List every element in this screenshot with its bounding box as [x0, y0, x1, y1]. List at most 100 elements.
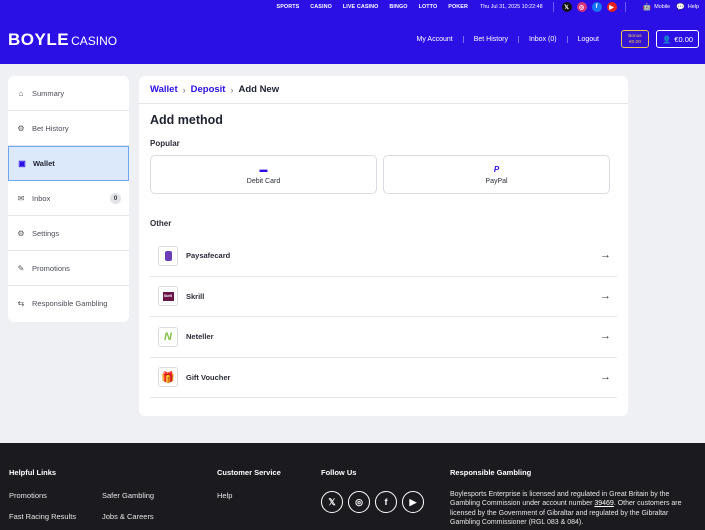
arrow-right-icon: → — [600, 249, 611, 261]
account-nav: My Account Bet History Inbox (0) Logout — [407, 36, 609, 43]
divider — [552, 2, 554, 12]
sliders-icon: ⇆ — [17, 299, 25, 308]
help-link[interactable]: 💬 Help — [676, 3, 699, 11]
sidebar-item-responsible-gambling[interactable]: ⇆ Responsible Gambling — [8, 286, 129, 321]
logo[interactable]: BOYLE CASINO — [8, 30, 117, 50]
neteller-icon: N — [158, 326, 178, 347]
skrill-option[interactable]: Skrill Skrill → — [150, 277, 617, 317]
sidebar-item-label: Inbox — [32, 193, 51, 203]
gear-icon: ⚙ — [17, 228, 25, 238]
method-label: Neteller — [186, 332, 214, 342]
footer-link-fast-racing-results[interactable]: Fast Racing Results — [9, 512, 76, 521]
mail-icon: ✉ — [17, 193, 25, 203]
home-icon: ⌂ — [18, 88, 24, 98]
paysafecard-icon — [158, 245, 178, 266]
popular-heading: Popular — [150, 139, 180, 148]
sidebar-item-label: Settings — [32, 228, 60, 238]
sidebar-item-wallet[interactable]: ▣ Wallet — [8, 146, 129, 181]
chevron-right-icon: › — [230, 84, 234, 95]
top-nav-live-casino[interactable]: LIVE CASINO — [343, 4, 379, 10]
top-nav-poker[interactable]: POKER — [448, 4, 468, 10]
android-icon: 🤖 — [642, 4, 652, 11]
footer-link-jobs-careers[interactable]: Jobs & Careers — [102, 512, 154, 521]
method-label: Gift Voucher — [186, 372, 231, 382]
social-links-top: 𝕏 ◎ f ▶ — [561, 2, 617, 12]
breadcrumb-deposit[interactable]: Deposit — [191, 84, 226, 95]
inbox-count-badge: 0 — [110, 193, 121, 204]
instagram-icon[interactable]: ◎ — [348, 491, 370, 513]
history-icon: ⚙ — [17, 123, 25, 133]
mobile-label: Mobile — [654, 4, 671, 10]
sidebar-item-label: Summary — [32, 88, 65, 98]
arrow-right-icon: → — [600, 370, 611, 383]
my-account-link[interactable]: My Account — [407, 36, 463, 43]
instagram-icon[interactable]: ◎ — [576, 2, 587, 12]
account-number-link[interactable]: 39469 — [594, 500, 613, 507]
paypal-label: PayPal — [485, 177, 508, 185]
bet-history-link[interactable]: Bet History — [462, 36, 518, 43]
top-nav-bingo[interactable]: BINGO — [389, 4, 407, 10]
follow-us-heading: Follow Us — [321, 468, 357, 477]
top-nav-casino[interactable]: CASINO — [310, 4, 332, 10]
help-label: Help — [687, 4, 699, 10]
other-methods-list: Paysafecard → Skrill Skrill → N Neteller… — [150, 236, 617, 398]
top-nav-lotto[interactable]: LOTTO — [419, 4, 438, 10]
add-method-panel: Wallet › Deposit › Add New Add method Po… — [139, 76, 628, 416]
arrow-right-icon: → — [600, 289, 611, 302]
sidebar-item-label: Responsible Gambling — [32, 299, 108, 308]
breadcrumb-wallet[interactable]: Wallet — [150, 84, 178, 95]
inbox-link[interactable]: Inbox (0) — [517, 36, 567, 43]
chat-icon: 💬 — [676, 4, 685, 11]
skrill-icon: Skrill — [158, 286, 178, 307]
mobile-link[interactable]: 🤖 Mobile — [640, 3, 671, 11]
helpful-links-heading: Helpful Links — [9, 468, 57, 477]
footer-link-safer-gambling[interactable]: Safer Gambling — [102, 491, 154, 500]
paysafecard-option[interactable]: Paysafecard → — [150, 236, 617, 277]
paypal-icon: P — [493, 164, 500, 174]
sidebar-item-label: Bet History — [32, 123, 69, 133]
licensing-text: Boylesports Enterprise is licensed and r… — [450, 491, 682, 527]
facebook-icon[interactable]: f — [591, 2, 602, 12]
youtube-icon[interactable]: ▶ — [402, 491, 424, 513]
x-twitter-icon[interactable]: 𝕏 — [561, 2, 572, 12]
facebook-icon[interactable]: f — [375, 491, 397, 513]
x-twitter-icon[interactable]: 𝕏 — [321, 491, 343, 513]
logout-link[interactable]: Logout — [566, 36, 609, 43]
sidebar-item-settings[interactable]: ⚙ Settings — [8, 216, 129, 251]
datetime: Thu Jul 31, 2025 10:22:48 — [479, 4, 543, 10]
sidebar-item-inbox[interactable]: ✉ Inbox 0 — [8, 181, 129, 216]
footer-link-promotions[interactable]: Promotions — [9, 491, 47, 500]
gift-icon: 🎁 — [158, 367, 178, 388]
neteller-option[interactable]: N Neteller → — [150, 317, 617, 358]
chevron-right-icon: › — [182, 84, 186, 95]
card-icon: ▬ — [259, 164, 268, 174]
wallet-icon: ▣ — [18, 159, 26, 168]
balance-amount: €0.00 — [674, 34, 694, 44]
bonus-balance-button[interactable]: Bonus €0.00 — [621, 30, 649, 48]
responsible-gambling-heading: Responsible Gambling — [450, 468, 532, 477]
other-heading: Other — [150, 219, 172, 228]
divider — [624, 2, 626, 12]
divider — [139, 103, 628, 104]
gift-voucher-option[interactable]: 🎁 Gift Voucher → — [150, 358, 617, 398]
bonus-amount: €0.00 — [628, 39, 641, 45]
footer: Helpful Links Promotions Safer Gambling … — [0, 443, 705, 530]
breadcrumb-current: Add New — [238, 84, 280, 95]
debit-card-option[interactable]: ▬ Debit Card — [150, 155, 377, 194]
method-label: Skrill — [186, 291, 205, 301]
sidebar-item-promotions[interactable]: ✎ Promotions — [8, 251, 129, 286]
youtube-icon[interactable]: ▶ — [606, 2, 617, 12]
top-nav-sports[interactable]: SPORTS — [277, 4, 300, 10]
balance-button[interactable]: 👤 €0.00 — [656, 30, 699, 48]
logo-main: BOYLE — [8, 30, 70, 49]
method-label: Paysafecard — [186, 251, 231, 261]
header: BOYLE CASINO My Account Bet History Inbox… — [0, 14, 705, 64]
footer-link-help[interactable]: Help — [217, 491, 232, 500]
account-sidebar: ⌂ Summary ⚙ Bet History ▣ Wallet ✉ Inbox… — [8, 76, 129, 322]
page-title: Add method — [150, 113, 223, 127]
footer-social-links: 𝕏 ◎ f ▶ — [321, 491, 424, 513]
paypal-option[interactable]: P PayPal — [383, 155, 610, 194]
sidebar-item-bet-history[interactable]: ⚙ Bet History — [8, 111, 129, 146]
sidebar-item-summary[interactable]: ⌂ Summary — [8, 76, 129, 111]
top-bar: SPORTS CASINO LIVE CASINO BINGO LOTTO PO… — [0, 0, 705, 14]
